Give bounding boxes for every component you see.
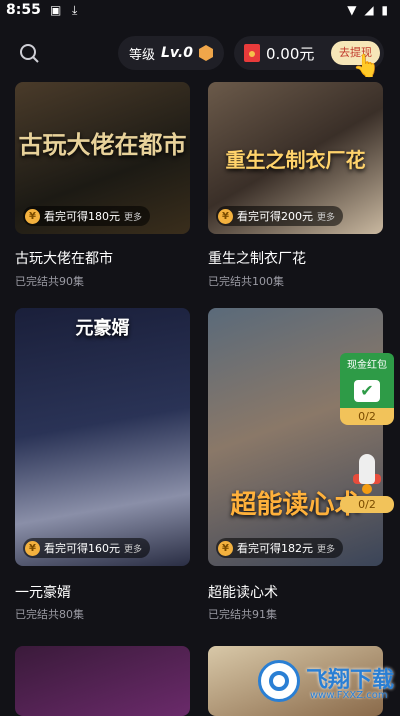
download-notification-icon: ⤓ [72, 3, 78, 17]
drama-status: 已完结共100集 [208, 275, 284, 288]
reward-badge: ¥ 看完可得200元 更多 [216, 206, 344, 226]
status-bar: 8:55 ▣ ⤓ ▼ ◢ ▮ [0, 0, 400, 22]
checkmark-icon: ✔ [354, 380, 380, 402]
watermark-logo-icon [258, 660, 300, 702]
image-notification-icon: ▣ [50, 3, 62, 17]
reward-text: 看完可得160元 [44, 542, 120, 555]
redpacket-label: 现金红包 [340, 353, 394, 374]
signal-battery-icons: ▼ ◢ ▮ [347, 3, 390, 17]
drama-title[interactable]: 超能读心术 [208, 582, 278, 602]
status-time: 8:55 [6, 2, 41, 18]
drama-status: 已完结共80集 [15, 608, 84, 621]
redpacket-progress: 0/2 [340, 408, 394, 425]
wallet-pill[interactable]: 0.00元 去提现 👆 [234, 36, 384, 79]
cover-title-art: 古玩大佬在都市 [18, 130, 187, 159]
pointing-hand-icon: 👆 [352, 54, 380, 79]
coin-icon: ¥ [218, 208, 233, 224]
coin-icon: ¥ [25, 540, 40, 556]
drama-cover[interactable]: 超能读心术 ¥ 看完可得182元 更多 [208, 308, 383, 566]
reward-text: 看完可得200元 [237, 210, 313, 223]
rocket-progress: 0/2 [340, 496, 394, 513]
reward-more: 更多 [124, 212, 143, 223]
watermark-url: www.FXXZ.com [310, 690, 388, 701]
reward-more: 更多 [124, 544, 143, 555]
reward-badge: ¥ 看完可得160元 更多 [23, 538, 151, 558]
cover-art [208, 308, 383, 566]
search-icon[interactable] [18, 42, 40, 64]
rocket-reward-widget[interactable]: 0/2 [340, 450, 394, 522]
drama-cover[interactable]: 古玩大佬在都市 ¥ 看完可得180元 更多 [15, 82, 190, 234]
reward-badge: ¥ 看完可得182元 更多 [216, 538, 344, 558]
balance-amount: 0.00元 [266, 44, 315, 63]
reward-text: 看完可得180元 [44, 210, 120, 223]
level-badge[interactable]: 等级 Lv.0 [118, 36, 224, 70]
reward-text: 看完可得182元 [237, 542, 313, 555]
drama-title[interactable]: 重生之制衣厂花 [208, 248, 306, 268]
top-bar: 等级 Lv.0 0.00元 去提现 👆 [0, 30, 400, 79]
drama-cover[interactable] [15, 646, 190, 716]
site-watermark: 飞翔下载 www.FXXZ.com [258, 658, 398, 708]
coin-icon: ¥ [218, 540, 233, 556]
drama-status: 已完结共91集 [208, 608, 277, 621]
reward-more: 更多 [317, 544, 336, 555]
rocket-icon [347, 450, 387, 496]
reward-badge: ¥ 看完可得180元 更多 [23, 206, 151, 226]
level-value: Lv.0 [161, 45, 193, 61]
cover-art [15, 308, 190, 566]
drama-title[interactable]: 古玩大佬在都市 [15, 248, 113, 268]
coin-icon: ¥ [25, 208, 40, 224]
drama-cover[interactable]: 元豪婿 ¥ 看完可得160元 更多 [15, 308, 190, 566]
level-label: 等级 [129, 47, 156, 63]
cover-title-art: 元豪婿 [75, 318, 130, 339]
cover-title-art: 重生之制衣厂花 [225, 148, 366, 172]
drama-status: 已完结共90集 [15, 275, 84, 288]
cash-redpacket-widget[interactable]: 现金红包 ✔ 0/2 [340, 353, 394, 433]
drama-cover[interactable]: 重生之制衣厂花 ¥ 看完可得200元 更多 [208, 82, 383, 234]
drama-title[interactable]: 一元豪婿 [15, 582, 71, 602]
level-gem-icon [198, 45, 213, 61]
reward-more: 更多 [317, 212, 336, 223]
red-envelope-icon [244, 44, 260, 62]
